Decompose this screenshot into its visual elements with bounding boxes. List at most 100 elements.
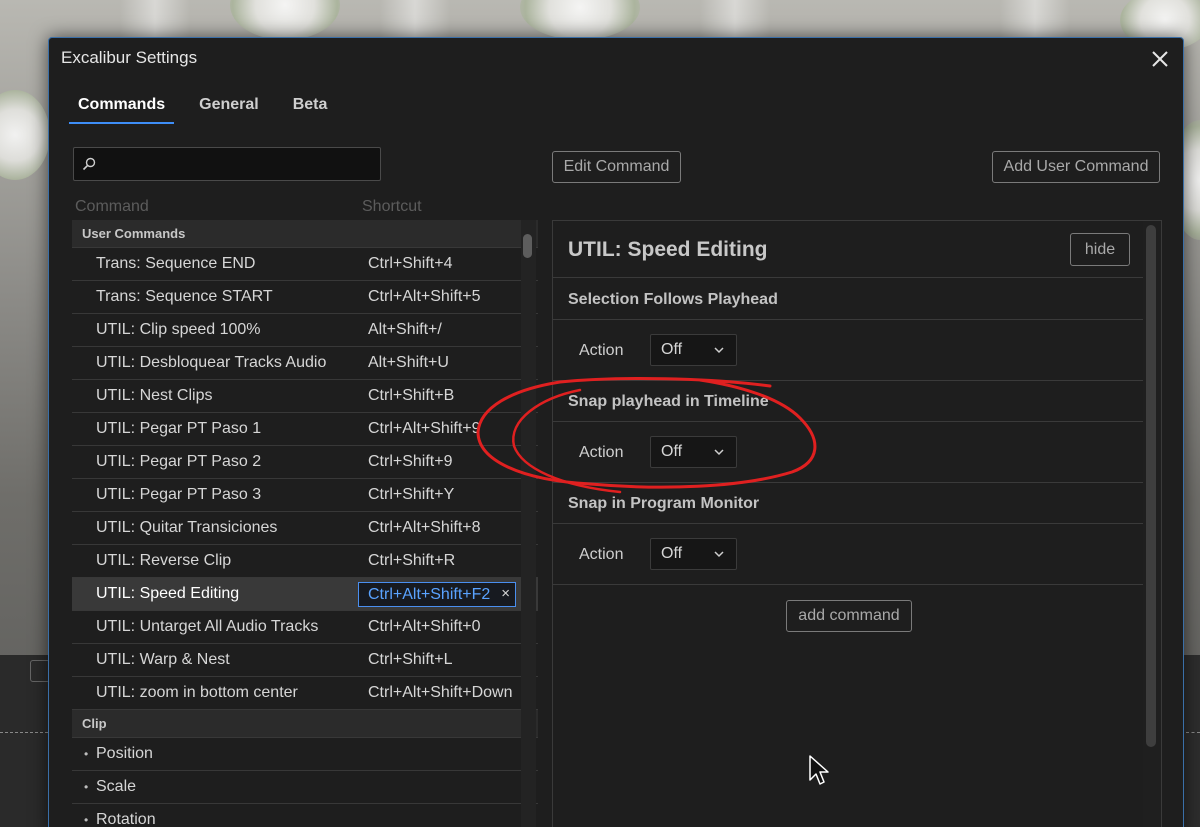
- shortcut-editor-field[interactable]: Ctrl+Alt+Shift+F2 ×: [358, 582, 516, 607]
- command-name: Scale: [96, 778, 137, 795]
- add-command-button[interactable]: add command: [786, 600, 912, 632]
- command-row[interactable]: UTIL: Pegar PT Paso 1 Ctrl+Alt+Shift+9: [72, 413, 538, 446]
- command-detail-panel: UTIL: Speed Editing hide Selection Follo…: [552, 220, 1162, 827]
- divider: [553, 584, 1144, 585]
- command-shortcut: Ctrl+Shift+L: [368, 651, 453, 668]
- chevron-down-icon: [714, 347, 724, 354]
- command-name: UTIL: Reverse Clip: [96, 552, 232, 569]
- background-panel-tab: [30, 660, 50, 682]
- command-name: UTIL: Pegar PT Paso 1: [96, 420, 262, 437]
- command-name: UTIL: Clip speed 100%: [96, 321, 261, 338]
- action-label: Action: [579, 342, 624, 359]
- command-row[interactable]: Trans: Sequence START Ctrl+Alt+Shift+5: [72, 281, 538, 314]
- search-input[interactable]: [73, 147, 381, 181]
- background-timeline-panel-right: [1184, 655, 1200, 827]
- command-name: UTIL: Pegar PT Paso 3: [96, 486, 262, 503]
- tab-beta[interactable]: Beta: [284, 94, 337, 124]
- chevron-down-icon: [714, 449, 724, 456]
- command-shortcut: Ctrl+Alt+Shift+8: [368, 519, 481, 536]
- background-flowers: [0, 90, 50, 180]
- command-name: UTIL: Pegar PT Paso 2: [96, 453, 262, 470]
- action-select-value: Off: [661, 545, 683, 562]
- command-name: UTIL: Speed Editing: [96, 585, 240, 602]
- scrollbar-thumb[interactable]: [1146, 225, 1156, 747]
- group-header-clip[interactable]: Clip: [72, 710, 538, 738]
- command-row-selected[interactable]: UTIL: Speed Editing Ctrl+Alt+Shift+F2 ×: [72, 578, 538, 611]
- detail-title: UTIL: Speed Editing: [568, 238, 768, 261]
- command-shortcut: Ctrl+Shift+9: [368, 453, 453, 470]
- command-row[interactable]: • Position: [72, 738, 538, 771]
- action-select[interactable]: Off: [650, 334, 737, 366]
- section-title: Snap playhead in Timeline: [568, 393, 769, 410]
- add-user-command-button[interactable]: Add User Command: [992, 151, 1160, 183]
- tab-commands[interactable]: Commands: [69, 94, 175, 124]
- command-row[interactable]: UTIL: Pegar PT Paso 3 Ctrl+Shift+Y: [72, 479, 538, 512]
- divider: [553, 277, 1144, 278]
- command-row[interactable]: UTIL: Pegar PT Paso 2 Ctrl+Shift+9: [72, 446, 538, 479]
- command-shortcut: Ctrl+Shift+4: [368, 255, 453, 272]
- close-icon: [1152, 51, 1168, 67]
- command-row[interactable]: UTIL: Untarget All Audio Tracks Ctrl+Alt…: [72, 611, 538, 644]
- close-button[interactable]: [1147, 46, 1173, 72]
- edit-command-button[interactable]: Edit Command: [552, 151, 681, 183]
- command-shortcut: Ctrl+Alt+Shift+9: [368, 420, 481, 437]
- group-header-user-commands[interactable]: User Commands: [72, 220, 538, 248]
- divider: [553, 319, 1144, 320]
- command-row[interactable]: UTIL: Nest Clips Ctrl+Shift+B: [72, 380, 538, 413]
- command-shortcut: Ctrl+Shift+B: [368, 387, 455, 404]
- command-shortcut: Alt+Shift+/: [368, 321, 442, 338]
- background-flowers: [520, 0, 640, 40]
- command-shortcut: Ctrl+Alt+Shift+0: [368, 618, 481, 635]
- section-title: Selection Follows Playhead: [568, 291, 778, 308]
- command-name: UTIL: Warp & Nest: [96, 651, 230, 668]
- command-row[interactable]: Trans: Sequence END Ctrl+Shift+4: [72, 248, 538, 281]
- bullet-icon: •: [84, 780, 89, 794]
- action-select-value: Off: [661, 341, 683, 358]
- column-header-shortcut[interactable]: Shortcut: [362, 198, 422, 216]
- background-timeline-ruler: [0, 732, 48, 740]
- settings-dialog: Excalibur Settings Commands General Beta…: [48, 37, 1184, 827]
- command-shortcut: Ctrl+Shift+R: [368, 552, 456, 569]
- section-title: Snap in Program Monitor: [568, 495, 760, 512]
- bullet-icon: •: [84, 813, 89, 827]
- divider: [553, 421, 1144, 422]
- command-shortcut: Ctrl+Alt+Shift+Down: [368, 684, 513, 701]
- scrollbar-thumb[interactable]: [523, 234, 532, 258]
- command-row[interactable]: UTIL: Desbloquear Tracks Audio Alt+Shift…: [72, 347, 538, 380]
- command-row[interactable]: UTIL: Reverse Clip Ctrl+Shift+R: [72, 545, 538, 578]
- clear-shortcut-icon[interactable]: ×: [501, 585, 510, 602]
- background-timeline-ruler: [1186, 732, 1200, 740]
- command-shortcut: Ctrl+Shift+Y: [368, 486, 455, 503]
- command-name: UTIL: zoom in bottom center: [96, 684, 298, 701]
- action-select[interactable]: Off: [650, 538, 737, 570]
- command-row[interactable]: • Scale: [72, 771, 538, 804]
- divider: [553, 380, 1144, 381]
- column-header-command[interactable]: Command: [75, 198, 149, 216]
- command-name: UTIL: Nest Clips: [96, 387, 213, 404]
- command-list: User Commands Trans: Sequence END Ctrl+S…: [72, 220, 538, 827]
- command-row[interactable]: UTIL: zoom in bottom center Ctrl+Alt+Shi…: [72, 677, 538, 710]
- action-select-value: Off: [661, 443, 683, 460]
- action-select[interactable]: Off: [650, 436, 737, 468]
- command-name: Trans: Sequence END: [96, 255, 256, 272]
- command-row[interactable]: UTIL: Clip speed 100% Alt+Shift+/: [72, 314, 538, 347]
- chevron-down-icon: [714, 551, 724, 558]
- bullet-icon: •: [84, 747, 89, 761]
- command-name: UTIL: Untarget All Audio Tracks: [96, 618, 319, 635]
- hide-button[interactable]: hide: [1070, 233, 1130, 266]
- command-list-scrollbar[interactable]: [521, 220, 536, 827]
- command-shortcut: Alt+Shift+U: [368, 354, 449, 371]
- action-label: Action: [579, 546, 624, 563]
- action-label: Action: [579, 444, 624, 461]
- command-name: Position: [96, 745, 153, 762]
- command-name: UTIL: Desbloquear Tracks Audio: [96, 354, 327, 371]
- search-icon: [82, 157, 96, 171]
- command-row[interactable]: UTIL: Warp & Nest Ctrl+Shift+L: [72, 644, 538, 677]
- command-row[interactable]: UTIL: Quitar Transiciones Ctrl+Alt+Shift…: [72, 512, 538, 545]
- divider: [553, 482, 1144, 483]
- mouse-pointer-icon: [809, 755, 829, 785]
- command-shortcut: Ctrl+Alt+Shift+F2: [368, 585, 491, 603]
- tab-general[interactable]: General: [190, 94, 268, 124]
- command-row[interactable]: • Rotation: [72, 804, 538, 827]
- detail-scrollbar[interactable]: [1143, 221, 1161, 827]
